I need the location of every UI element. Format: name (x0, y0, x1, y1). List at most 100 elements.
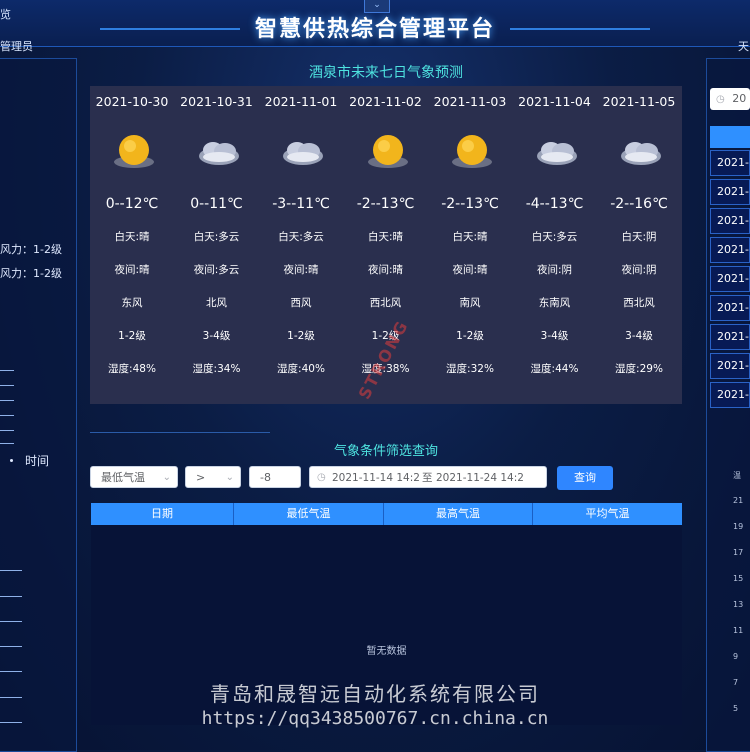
forecast-day: 2021-11-05 -2--16℃ 白天:阴 夜间:阴 西北风 3-4级 湿度:29% (597, 86, 681, 404)
axis-tick (0, 621, 22, 622)
right-table-row[interactable]: 2021- (710, 324, 750, 350)
collapse-button[interactable]: ⌄ (364, 0, 390, 13)
axis-tick (0, 415, 14, 416)
forecast-temperature: 0--12℃ (105, 196, 159, 212)
empty-state-text: 暂无数据 (366, 646, 407, 657)
forecast-humidity: 湿度:32% (446, 363, 494, 375)
section-divider (90, 432, 270, 433)
forecast-temperature: -2--13℃ (356, 196, 415, 212)
forecast-wind-dir: 西北风 (369, 297, 402, 309)
forecast-wind-level: 1-2级 (456, 330, 484, 342)
forecast-temperature: 0--11℃ (190, 196, 243, 212)
forecast-date: 2021-10-31 (180, 94, 253, 109)
forecast-wind-dir: 西北风 (623, 297, 655, 309)
right-axis-label: 13 (733, 600, 744, 609)
forecast-wind-level: 3-4级 (625, 330, 653, 342)
cloud-icon (535, 130, 579, 174)
chevron-down-icon: ⌄ (162, 472, 171, 483)
right-axis-label: 21 (733, 496, 744, 505)
left-nav-label[interactable]: 览 (0, 6, 11, 22)
field-select-value: 最低气温 (101, 471, 145, 484)
column-header-avg-temp[interactable]: 平均气温 (533, 503, 682, 525)
forecast-day: 白天:多云 (531, 231, 578, 243)
forecast-night: 夜间:晴 (114, 264, 150, 276)
value-input[interactable]: -8 (249, 466, 301, 488)
right-table-row[interactable]: 2021- (710, 208, 750, 234)
forecast-date: 2021-11-02 (349, 94, 422, 109)
forecast-date: 2021-11-05 (602, 94, 676, 109)
forecast-day: 白天:多云 (193, 231, 240, 243)
forecast-humidity: 湿度:29% (615, 363, 663, 375)
forecast-day: 2021-11-04 -4--13℃ 白天:多云 夜间:阴 东南风 3-4级 湿度:44% (513, 86, 597, 404)
right-date-value: 20 (732, 92, 747, 105)
right-table-row[interactable]: 2021- (710, 179, 750, 205)
forecast-day: 2021-11-01 -3--11℃ 白天:多云 夜间:晴 西风 1-2级 湿度:40% (259, 86, 343, 404)
wind-info-1: 风力：1-2级 (0, 243, 62, 256)
forecast-night: 夜间:晴 (452, 264, 488, 276)
sun-icon (450, 130, 494, 174)
column-header-date[interactable]: 日期 (91, 503, 234, 525)
right-axis-label: 19 (733, 522, 744, 531)
forecast-date: 2021-10-30 (95, 94, 169, 109)
right-table-row[interactable]: 2021- (710, 295, 750, 321)
right-table-row[interactable]: 2021- (710, 150, 750, 176)
forecast-wind-level: 1-2级 (118, 330, 146, 342)
axis-tick (0, 430, 14, 431)
sun-icon (112, 130, 156, 174)
date-end[interactable]: 2021-11-24 14:2 (436, 467, 524, 489)
admin-label[interactable]: 管理员 (0, 38, 33, 54)
operator-select[interactable]: > ⌄ (185, 466, 241, 488)
chevron-down-icon: ⌄ (225, 472, 234, 483)
chevron-down-icon: ⌄ (373, 0, 381, 10)
clock-icon: ◷ (317, 472, 326, 483)
forecast-day: 白天:晴 (452, 231, 488, 243)
right-axis-label: 17 (733, 548, 744, 557)
company-url[interactable]: https://qq3438500767.cn.china.cn (0, 708, 750, 729)
forecast-night: 夜间:晴 (283, 264, 319, 276)
forecast-day: 白天:多云 (278, 231, 324, 243)
field-select[interactable]: 最低气温 ⌄ (90, 466, 178, 488)
forecast-wind-level: 3-4级 (202, 330, 231, 342)
forecast-wind-dir: 东风 (121, 297, 143, 309)
forecast-night: 夜间:阴 (536, 264, 573, 276)
right-date-input[interactable]: ◷ 20 (710, 88, 750, 110)
cloud-icon (197, 130, 241, 174)
left-panel (0, 58, 77, 752)
sun-icon (366, 130, 410, 174)
date-range-picker[interactable]: ◷ 2021-11-14 14:2 至 2021-11-24 14:2 (309, 466, 547, 488)
cloud-icon (619, 130, 663, 174)
query-button[interactable]: 查询 (557, 466, 613, 490)
right-axis-label: 15 (733, 574, 744, 583)
date-separator: 至 (422, 472, 433, 484)
result-table-header: 日期 最低气温 最高气温 平均气温 (91, 503, 682, 525)
forecast-day: 2021-11-03 -2--13℃ 白天:晴 夜间:晴 南风 1-2级 湿度:32% (428, 86, 512, 404)
right-table-row[interactable]: 2021- (710, 266, 750, 292)
date-start[interactable]: 2021-11-14 14:2 (332, 467, 420, 489)
axis-tick (0, 646, 22, 647)
clock-icon: ◷ (716, 94, 725, 105)
forecast-night: 夜间:多云 (193, 264, 240, 276)
forecast-date: 2021-11-03 (433, 94, 507, 109)
forecast-humidity: 湿度:48% (108, 363, 156, 375)
forecast-humidity: 湿度:40% (277, 363, 325, 375)
axis-tick (0, 385, 14, 386)
forecast-wind-dir: 北风 (206, 297, 227, 309)
column-header-max-temp[interactable]: 最高气温 (384, 503, 533, 525)
axis-tick (0, 370, 14, 371)
right-table-row[interactable]: 2021- (710, 237, 750, 263)
right-table-header (710, 126, 750, 148)
company-name: 青岛和晟智远自动化系统有限公司 (210, 682, 540, 706)
value-input-text: -8 (260, 471, 271, 484)
forecast-temperature: -4--13℃ (525, 196, 584, 212)
forecast-night: 夜间:阴 (621, 264, 657, 276)
right-table-row[interactable]: 2021- (710, 353, 750, 379)
forecast-wind-level: 1-2级 (287, 330, 315, 342)
forecast-temperature: -2--16℃ (610, 196, 668, 212)
forecast-humidity: 湿度:34% (192, 363, 241, 375)
right-table-row[interactable]: 2021- (710, 382, 750, 408)
right-top-label: 天 (738, 40, 749, 53)
column-header-min-temp[interactable]: 最低气温 (234, 503, 384, 525)
axis-tick (0, 596, 22, 597)
right-axis-label: 温 (733, 471, 741, 480)
axis-tick (0, 671, 22, 672)
